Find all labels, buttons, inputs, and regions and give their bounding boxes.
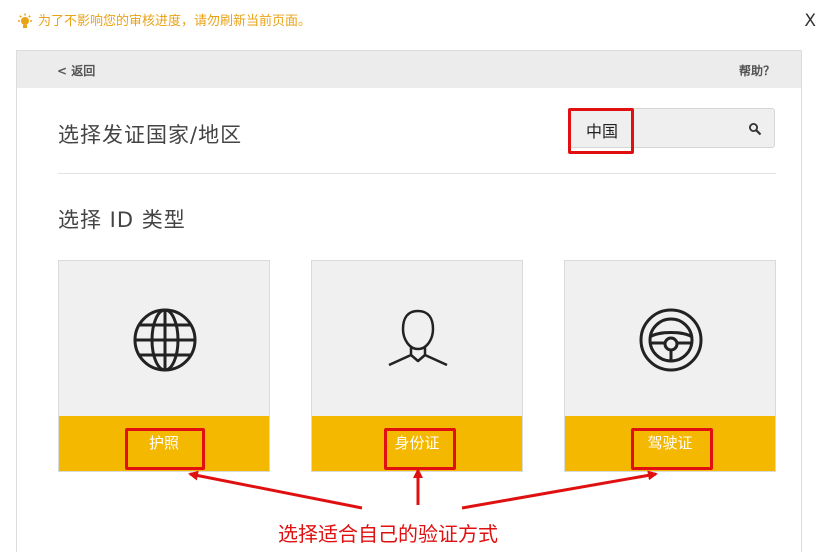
country-section-title: 选择发证国家/地区 [58,123,243,147]
id-option-id-card[interactable]: 身份证 [311,260,523,472]
annotation-text: 选择适合自己的验证方式 [278,522,498,546]
label-highlight-box [125,428,205,470]
search-icon [749,123,762,136]
section-divider [58,173,776,174]
country-highlight-box [568,108,634,154]
globe-icon [133,308,197,372]
id-option-footer: 身份证 [312,416,522,471]
person-icon [388,309,448,367]
lightbulb-icon [18,13,32,28]
panel-header: < 返回 帮助？ [17,51,801,88]
label-highlight-box [384,428,456,470]
id-option-driver-license[interactable]: 驾驶证 [564,260,776,472]
back-link[interactable]: < 返回 [57,62,95,79]
verification-panel: < 返回 帮助？ 选择发证国家/地区 中国 选择 ID 类型 护照 身份证 驾驶… [16,50,802,552]
close-button[interactable]: X [804,10,816,32]
id-option-footer: 护照 [59,416,269,471]
id-option-footer: 驾驶证 [565,416,775,471]
help-link[interactable]: 帮助？ [739,62,775,79]
id-option-passport[interactable]: 护照 [58,260,270,472]
steering-wheel-icon [639,308,703,372]
notice-bar: 为了不影响您的审核进度，请勿刷新当前页面。 X [0,0,828,46]
label-highlight-box [631,428,713,470]
notice-text: 为了不影响您的审核进度，请勿刷新当前页面。 [38,14,312,29]
id-type-section-title: 选择 ID 类型 [58,208,186,232]
